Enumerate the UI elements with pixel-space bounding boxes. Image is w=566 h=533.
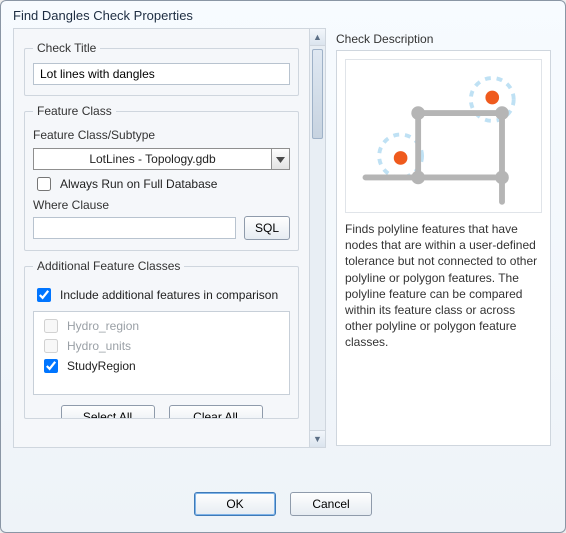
include-additional-checkbox[interactable] [37,288,51,302]
left-column: Check Title Feature Class Feature Class/… [13,28,309,448]
check-description-box: Finds polyline features that have nodes … [336,50,551,446]
dialog-window: Find Dangles Check Properties Check Titl… [0,0,566,533]
list-item-checkbox [44,319,58,333]
check-title-group: Check Title [24,41,299,96]
check-title-legend: Check Title [33,41,100,55]
include-additional-row: Include additional features in compariso… [33,285,290,305]
feature-subtype-label: Feature Class/Subtype [33,128,290,142]
right-column: Check Description [334,28,553,448]
additional-features-legend: Additional Feature Classes [33,259,184,273]
feature-class-combo-text: LotLines - Topology.gdb [34,149,271,169]
scroll-up-icon[interactable]: ▲ [310,29,325,46]
list-item[interactable]: StudyRegion [40,356,283,376]
where-clause-input[interactable] [33,217,236,239]
list-item-label: StudyRegion [67,357,136,375]
select-all-button[interactable]: Select All [61,405,155,418]
additional-features-list: Hydro_region Hydro_units StudyRegion [33,311,290,395]
feature-class-legend: Feature Class [33,104,116,118]
list-item-checkbox[interactable] [44,359,58,373]
left-scroll-pane: Check Title Feature Class Feature Class/… [13,28,326,448]
feature-class-combo-button[interactable] [271,149,289,169]
scroll-thumb[interactable] [312,49,323,139]
dialog-body: Check Title Feature Class Feature Class/… [1,28,565,448]
list-item: Hydro_units [40,336,283,356]
additional-features-group: Additional Feature Classes Include addit… [24,259,299,419]
feature-class-group: Feature Class Feature Class/Subtype LotL… [24,104,299,251]
sql-button[interactable]: SQL [244,216,290,240]
always-run-row: Always Run on Full Database [33,174,290,194]
clear-all-button[interactable]: Clear All [169,405,263,418]
list-button-row: Select All Clear All [33,405,290,418]
window-title: Find Dangles Check Properties [1,1,565,28]
include-additional-label: Include additional features in compariso… [60,288,278,302]
dialog-footer: OK Cancel [1,492,565,516]
list-item-label: Hydro_region [67,317,139,335]
scroll-down-icon[interactable]: ▼ [310,430,325,447]
where-clause-label: Where Clause [33,198,290,212]
check-title-input[interactable] [33,63,290,85]
always-run-label: Always Run on Full Database [60,177,217,191]
cancel-button[interactable]: Cancel [290,492,372,516]
check-description-legend: Check Description [336,32,551,46]
feature-class-combo[interactable]: LotLines - Topology.gdb [33,148,290,170]
list-item-label: Hydro_units [67,337,131,355]
ok-button[interactable]: OK [194,492,276,516]
check-description-text: Finds polyline features that have nodes … [345,221,542,351]
chevron-down-icon [276,152,285,166]
list-item-checkbox [44,339,58,353]
left-scrollbar[interactable]: ▲ ▼ [309,28,326,448]
always-run-checkbox[interactable] [37,177,51,191]
where-clause-row: SQL [33,216,290,240]
dangles-illustration [345,59,542,213]
list-item: Hydro_region [40,316,283,336]
